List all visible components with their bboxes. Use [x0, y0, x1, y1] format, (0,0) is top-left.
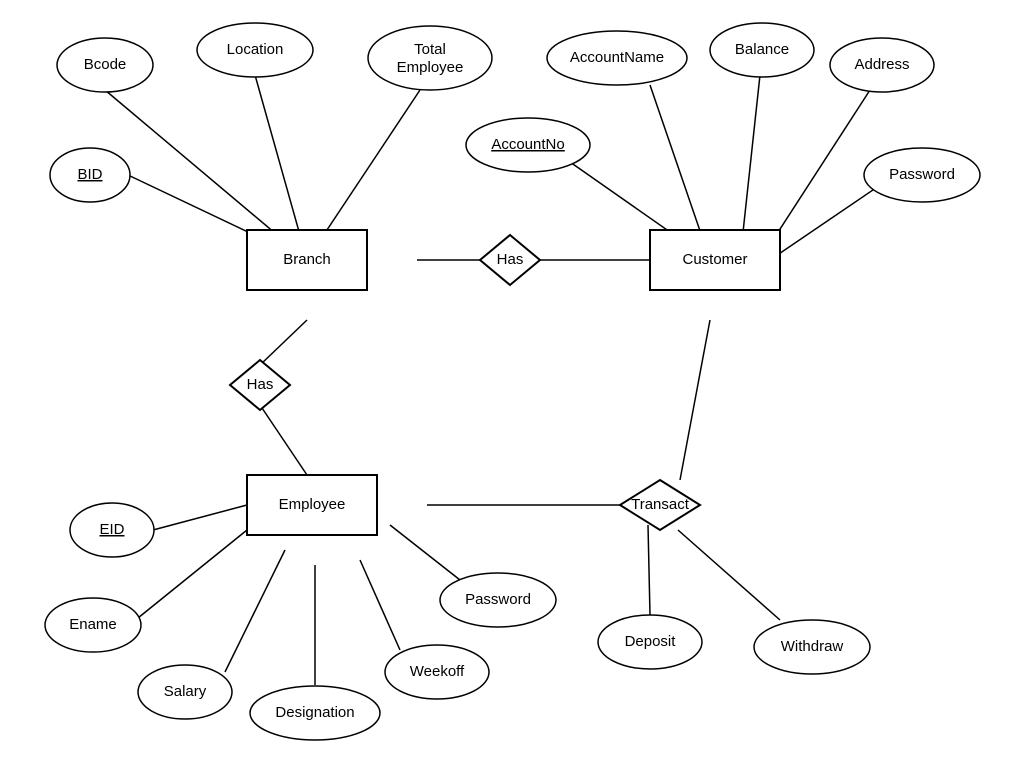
salary-label: Salary — [164, 683, 207, 700]
total-employee-line1: Total — [414, 41, 446, 58]
withdraw-label: Withdraw — [781, 638, 844, 655]
balance-label: Balance — [735, 41, 789, 58]
password-customer-label: Password — [889, 166, 955, 183]
has-be-label: Has — [247, 376, 274, 393]
location-label: Location — [227, 41, 284, 58]
employee-label: Employee — [279, 496, 346, 513]
deposit-label: Deposit — [625, 633, 677, 650]
accountname-label: AccountName — [570, 49, 664, 66]
total-employee-line2: Employee — [397, 59, 464, 76]
weekoff-label: Weekoff — [410, 663, 465, 680]
designation-label: Designation — [275, 704, 354, 721]
address-label: Address — [854, 56, 909, 73]
has-bc-label: Has — [497, 251, 524, 268]
bcode-label: Bcode — [84, 56, 127, 73]
transact-label: Transact — [631, 496, 690, 513]
accountno-label: AccountNo — [491, 136, 564, 153]
customer-label: Customer — [682, 251, 747, 268]
bid-label: BID — [77, 166, 102, 183]
branch-label: Branch — [283, 251, 331, 268]
eid-label: EID — [99, 521, 124, 538]
password-employee-label: Password — [465, 591, 531, 608]
ename-label: Ename — [69, 616, 117, 633]
